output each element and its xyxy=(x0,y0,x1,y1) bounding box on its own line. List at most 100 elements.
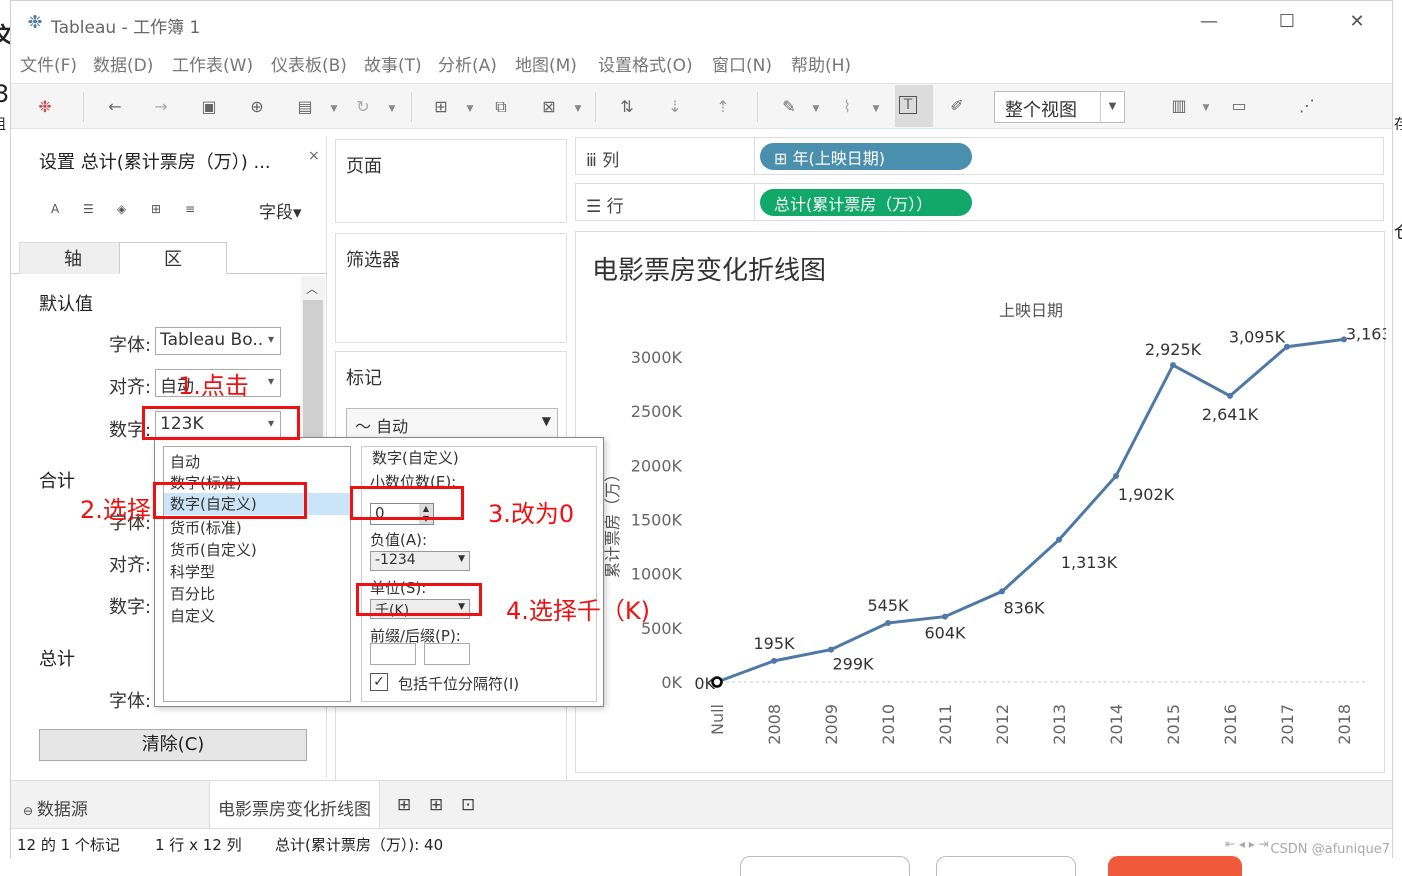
tab-pane[interactable]: 区 xyxy=(119,242,227,274)
line-chart[interactable]: 上映日期累计票房（万）0K500K1000K1500K2000K2500K300… xyxy=(576,232,1386,774)
columns-shelf[interactable]: ⅲ 列 ⊞ 年(上映日期) xyxy=(575,137,1384,175)
shelf-divider xyxy=(754,138,755,174)
swap-axes-icon[interactable]: ⇅ xyxy=(615,97,639,116)
tab-axis[interactable]: 轴 xyxy=(19,242,127,274)
menu-format[interactable]: 设置格式(O) xyxy=(598,51,693,76)
format-option-auto[interactable]: 自动 xyxy=(170,451,200,472)
menu-help[interactable]: 帮助(H) xyxy=(791,51,851,76)
window-title: Tableau - 工作簿 1 xyxy=(51,18,201,38)
sheet-tab[interactable]: 电影票房变化折线图 xyxy=(209,781,380,829)
annotation-step-1: 1.点击 xyxy=(178,372,249,400)
show-cards-dropdown-icon[interactable]: ▼ xyxy=(1201,103,1211,113)
chevron-down-icon: ▼ xyxy=(1100,92,1124,122)
redo-icon[interactable]: → xyxy=(149,97,173,116)
menu-window[interactable]: 窗口(N) xyxy=(712,51,772,76)
prefix-input[interactable] xyxy=(370,643,416,665)
clear-button[interactable]: 清除(C) xyxy=(39,729,307,761)
fit-view-select[interactable]: 整个视图 ▼ xyxy=(994,91,1125,123)
shelf-divider xyxy=(754,184,755,220)
refresh-icon[interactable]: ↻ xyxy=(351,97,375,116)
format-option-currency-standard[interactable]: 货币(标准) xyxy=(170,517,242,538)
menu-data[interactable]: 数据(D) xyxy=(93,51,153,76)
borders-format-icon[interactable]: ⊞ xyxy=(151,202,161,216)
x-tick-label: 2008 xyxy=(765,704,784,745)
y-tick-label: 2000K xyxy=(631,456,683,475)
menu-map[interactable]: 地图(M) xyxy=(515,51,577,76)
presentation-mode-icon[interactable]: ▭ xyxy=(1227,96,1251,115)
new-dashboard-tab-icon[interactable]: ⊞ xyxy=(429,795,443,815)
highlight-dropdown-icon[interactable]: ▼ xyxy=(811,104,821,114)
maximize-button[interactable]: ☐ xyxy=(1267,11,1307,32)
show-cards-icon[interactable]: ▥ xyxy=(1167,96,1191,115)
x-tick-label: 2018 xyxy=(1335,704,1354,745)
minimize-button[interactable]: — xyxy=(1189,11,1229,32)
pause-updates-icon[interactable]: ▤ xyxy=(293,97,317,116)
menu-file[interactable]: 文件(F) xyxy=(20,51,77,76)
x-tick-label: 2009 xyxy=(822,704,841,745)
sort-ascending-icon[interactable]: ⇣ xyxy=(663,97,687,116)
menu-dashboard[interactable]: 仪表板(B) xyxy=(271,51,347,76)
tab-nav-icons[interactable]: ⇤ ◂ ▸ ⇥ xyxy=(1225,837,1269,851)
menu-story[interactable]: 故事(T) xyxy=(364,51,422,76)
datasource-tab[interactable]: ⊖ 数据源 xyxy=(23,795,88,820)
x-tick-label: 2011 xyxy=(936,704,955,745)
suffix-input[interactable] xyxy=(424,643,470,665)
refresh-dropdown-icon[interactable]: ▼ xyxy=(387,104,397,114)
format-option-scientific[interactable]: 科学型 xyxy=(170,561,215,582)
shading-format-icon[interactable]: ◈ xyxy=(117,202,126,216)
font-select[interactable]: Tableau Bo.. ▾ xyxy=(155,327,281,355)
pin-icon[interactable]: ✐ xyxy=(945,96,969,115)
group-icon[interactable]: ⌇ xyxy=(835,97,859,116)
rows-pill[interactable]: 总计(累计票房（万）） xyxy=(760,189,972,216)
close-button[interactable]: ✕ xyxy=(1337,11,1377,32)
highlight-icon[interactable]: ✎ xyxy=(777,97,801,116)
new-worksheet-dropdown-icon[interactable]: ▼ xyxy=(465,104,475,114)
field-dropdown[interactable]: 字段▾ xyxy=(259,198,302,223)
mark-type-select[interactable]: 〜 自动 ▼ xyxy=(346,408,558,438)
scroll-thumb[interactable] xyxy=(303,300,323,460)
status-bar: 12 的 1 个标记 1 行 x 12 列 总计(累计票房（万）): 40 ⇤ … xyxy=(11,828,1392,858)
lines-format-icon[interactable]: ≡ xyxy=(185,202,195,216)
align-format-icon[interactable]: ☰ xyxy=(83,202,94,216)
title-bar: ❉ Tableau - 工作簿 1 — ☐ ✕ xyxy=(11,1,1392,45)
chevron-down-icon: ▾ xyxy=(267,332,274,346)
chart-view[interactable]: 电影票房变化折线图 上映日期 累计票房（万） 0K 500K 1000K 1500K 200… xyxy=(575,231,1386,774)
save-icon[interactable]: ▣ xyxy=(197,97,221,116)
group-dropdown-icon[interactable]: ▼ xyxy=(871,104,881,114)
sort-descending-icon[interactable]: ⇡ xyxy=(711,97,735,116)
thousands-separator-checkbox[interactable]: ✓ xyxy=(370,673,388,691)
grand-font-label: 字体: xyxy=(109,691,152,712)
pause-dropdown-icon[interactable]: ▼ xyxy=(329,104,339,114)
new-worksheet-tab-icon[interactable]: ⊞ xyxy=(397,795,411,815)
x-tick-label: 2015 xyxy=(1164,704,1183,745)
font-format-icon[interactable]: A xyxy=(51,202,59,216)
share-icon[interactable]: ⋰ xyxy=(1295,96,1319,115)
new-story-tab-icon[interactable]: ⊡ xyxy=(461,795,475,815)
y-tick-label: 0K xyxy=(661,673,682,692)
menu-analysis[interactable]: 分析(A) xyxy=(438,51,497,76)
undo-icon[interactable]: ← xyxy=(103,97,127,116)
menu-worksheet[interactable]: 工作表(W) xyxy=(172,51,253,76)
filters-card[interactable]: 筛选器 xyxy=(335,233,567,343)
clear-dropdown-icon[interactable]: ▼ xyxy=(573,104,583,114)
new-datasource-icon[interactable]: ⊕ xyxy=(245,97,269,116)
scroll-up-icon[interactable]: ︿ xyxy=(306,280,318,297)
columns-pill-text: 年(上映日期) xyxy=(792,149,886,168)
number-format-popup: 自动 数字(标准) 数字(自定义) 货币(标准) 货币(自定义) 科学型 百分比… xyxy=(154,437,604,707)
clear-sheet-icon[interactable]: ⊠ xyxy=(537,97,561,116)
columns-pill[interactable]: ⊞ 年(上映日期) xyxy=(760,143,972,170)
format-option-custom[interactable]: 自定义 xyxy=(170,605,215,626)
tableau-home-icon[interactable]: ❉ xyxy=(33,97,57,116)
data-label: 195K xyxy=(753,634,795,653)
format-panel-close-icon[interactable]: × xyxy=(308,148,320,164)
annotation-box-custom-option xyxy=(153,482,307,519)
pages-card[interactable]: 页面 xyxy=(335,139,567,223)
format-option-percentage[interactable]: 百分比 xyxy=(170,583,215,604)
duplicate-sheet-icon[interactable]: ⧉ xyxy=(489,97,513,117)
taskbar-decoration xyxy=(740,856,910,876)
new-worksheet-icon[interactable]: ⊞ xyxy=(429,97,453,116)
rows-shelf[interactable]: ☰ 行 总计(累计票房（万）） xyxy=(575,183,1384,221)
format-option-currency-custom[interactable]: 货币(自定义) xyxy=(170,539,257,560)
negative-select[interactable]: -1234 ▼ xyxy=(370,551,470,571)
total-number-label: 数字: xyxy=(109,597,152,618)
